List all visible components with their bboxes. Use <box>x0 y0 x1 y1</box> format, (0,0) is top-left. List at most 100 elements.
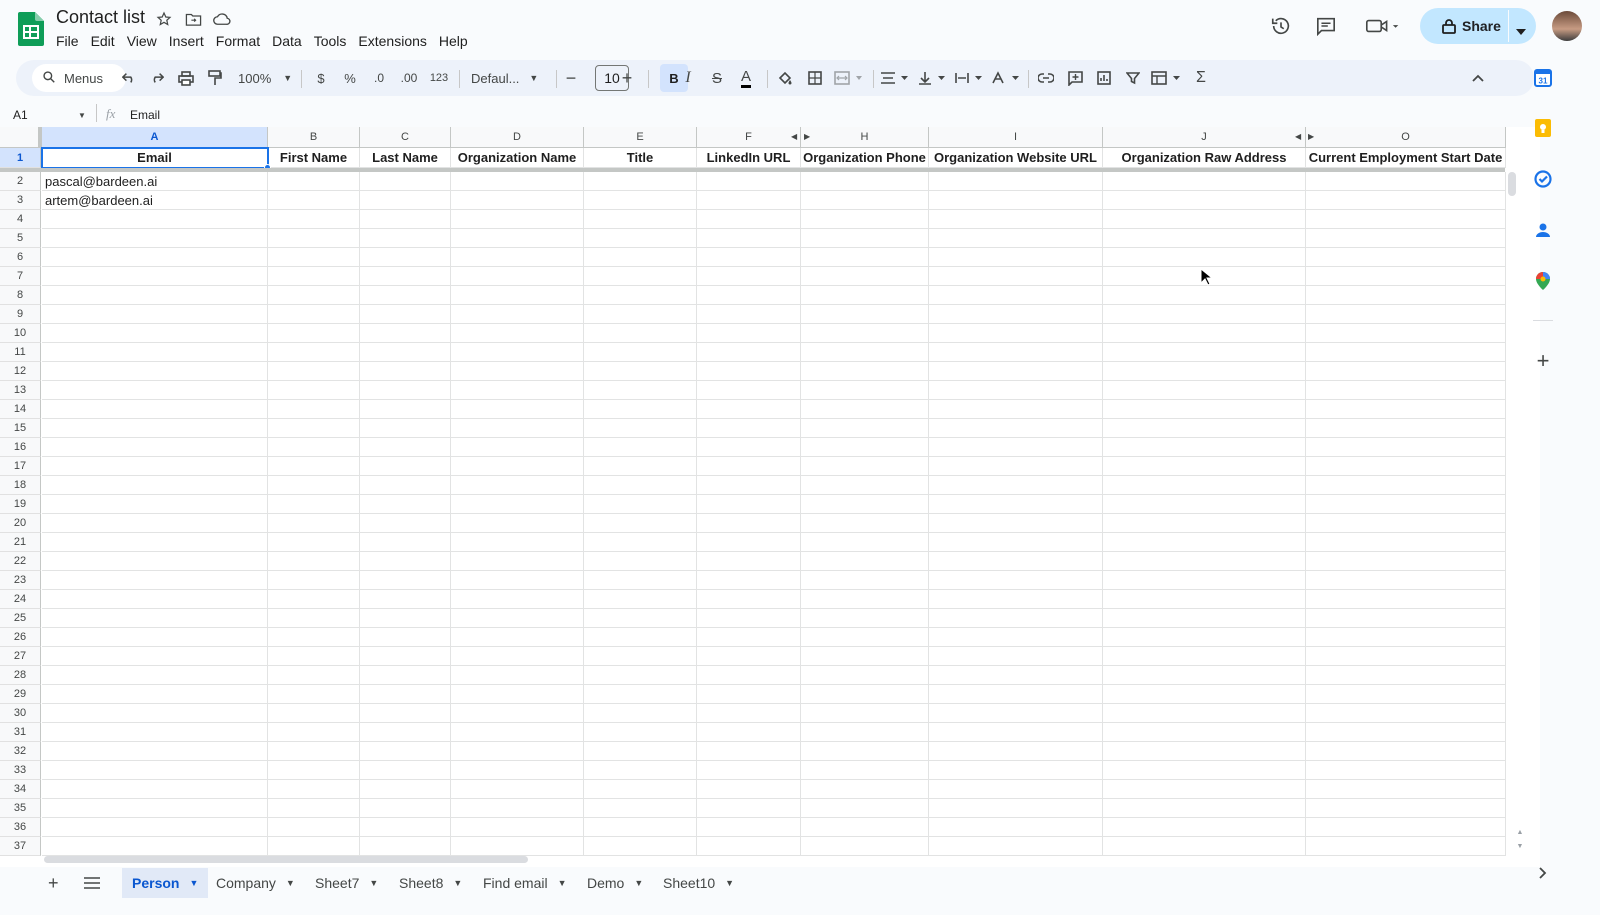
cell[interactable] <box>584 761 697 780</box>
move-folder-icon[interactable] <box>184 10 202 28</box>
cell[interactable] <box>929 761 1103 780</box>
cell[interactable] <box>584 267 697 286</box>
cell[interactable] <box>1306 172 1506 191</box>
cell[interactable] <box>1306 552 1506 571</box>
cell[interactable] <box>929 799 1103 818</box>
cell[interactable] <box>584 742 697 761</box>
cell[interactable] <box>697 210 801 229</box>
cell[interactable] <box>360 381 451 400</box>
share-dropdown-icon[interactable] <box>1516 22 1526 40</box>
cell[interactable] <box>1103 590 1306 609</box>
hidden-columns-left-arrow-icon[interactable]: ◀ <box>1295 132 1301 141</box>
cell[interactable] <box>42 799 268 818</box>
chevron-down-icon[interactable]: ▼ <box>286 878 295 888</box>
cell[interactable] <box>1306 495 1506 514</box>
cell[interactable] <box>1306 191 1506 210</box>
print-icon[interactable] <box>173 60 199 96</box>
cell[interactable] <box>268 552 360 571</box>
cell[interactable] <box>360 343 451 362</box>
cell[interactable] <box>360 799 451 818</box>
cell[interactable] <box>451 267 584 286</box>
cell[interactable] <box>929 286 1103 305</box>
cell[interactable] <box>801 799 929 818</box>
cell[interactable] <box>42 457 268 476</box>
cell[interactable] <box>268 438 360 457</box>
cell[interactable] <box>268 229 360 248</box>
version-history-icon[interactable] <box>1269 14 1293 38</box>
row-header-14[interactable]: 14 <box>0 400 41 419</box>
cell[interactable] <box>360 704 451 723</box>
cell[interactable] <box>929 172 1103 191</box>
formula-input[interactable]: Email <box>130 108 160 122</box>
cell[interactable] <box>584 495 697 514</box>
cell[interactable] <box>360 628 451 647</box>
cell[interactable] <box>801 818 929 837</box>
row-header-32[interactable]: 32 <box>0 742 41 761</box>
cell[interactable] <box>42 628 268 647</box>
cell[interactable] <box>697 381 801 400</box>
row-header-26[interactable]: 26 <box>0 628 41 647</box>
column-header-j[interactable]: J <box>1103 127 1306 148</box>
cell[interactable] <box>42 590 268 609</box>
sheet-tab-sheet8[interactable]: Sheet8 ▼ <box>389 868 472 898</box>
cell[interactable] <box>1306 723 1506 742</box>
cell[interactable] <box>929 818 1103 837</box>
cell[interactable] <box>451 229 584 248</box>
cell[interactable] <box>801 761 929 780</box>
header-cell-c[interactable]: Last Name <box>360 148 451 168</box>
cell[interactable] <box>801 324 929 343</box>
cell[interactable] <box>584 381 697 400</box>
cell[interactable] <box>1103 324 1306 343</box>
vertical-scrollbar[interactable] <box>1508 172 1516 196</box>
cell[interactable] <box>801 305 929 324</box>
italic-button[interactable]: I <box>674 60 702 96</box>
cell[interactable] <box>1306 571 1506 590</box>
cell[interactable] <box>697 647 801 666</box>
menu-insert[interactable]: Insert <box>163 31 210 51</box>
cell[interactable] <box>584 286 697 305</box>
column-header-b[interactable]: B <box>268 127 360 148</box>
cell[interactable] <box>929 514 1103 533</box>
sheet-tab-find-email[interactable]: Find email ▼ <box>473 868 577 898</box>
column-header-h[interactable]: H <box>801 127 929 148</box>
cell[interactable] <box>42 647 268 666</box>
cell[interactable] <box>697 438 801 457</box>
undo-icon[interactable] <box>116 60 142 96</box>
row-header-20[interactable]: 20 <box>0 514 41 533</box>
cell[interactable] <box>584 343 697 362</box>
cell[interactable] <box>929 267 1103 286</box>
cell[interactable] <box>42 514 268 533</box>
hidden-columns-right-arrow-icon[interactable]: ▶ <box>804 132 810 141</box>
cell[interactable] <box>801 400 929 419</box>
cell[interactable] <box>697 343 801 362</box>
add-sheet-icon[interactable]: + <box>48 873 59 894</box>
cell[interactable] <box>42 723 268 742</box>
cell[interactable] <box>1103 514 1306 533</box>
cell[interactable] <box>801 210 929 229</box>
cell[interactable] <box>584 628 697 647</box>
sheet-tab-demo[interactable]: Demo ▼ <box>577 868 653 898</box>
row-header-21[interactable]: 21 <box>0 533 41 552</box>
chevron-down-icon[interactable]: ▼ <box>453 878 462 888</box>
cell[interactable] <box>801 685 929 704</box>
cell[interactable]: artem@bardeen.ai <box>42 191 268 210</box>
cell[interactable] <box>1103 723 1306 742</box>
cell[interactable] <box>268 210 360 229</box>
cell[interactable] <box>801 552 929 571</box>
cell[interactable] <box>697 305 801 324</box>
sheet-tab-sheet10[interactable]: Sheet10 ▼ <box>653 868 744 898</box>
row-header-22[interactable]: 22 <box>0 552 41 571</box>
cell[interactable] <box>451 438 584 457</box>
text-wrapping-icon[interactable] <box>952 60 986 96</box>
cell[interactable] <box>360 818 451 837</box>
cell[interactable] <box>1306 799 1506 818</box>
cloud-saved-icon[interactable] <box>213 10 231 28</box>
cell[interactable] <box>801 286 929 305</box>
share-button[interactable]: Share <box>1420 8 1536 44</box>
cell[interactable] <box>801 590 929 609</box>
cell[interactable] <box>697 685 801 704</box>
cell[interactable] <box>697 818 801 837</box>
strikethrough-button[interactable]: S <box>703 60 731 96</box>
cell[interactable] <box>360 172 451 191</box>
cell[interactable] <box>42 533 268 552</box>
